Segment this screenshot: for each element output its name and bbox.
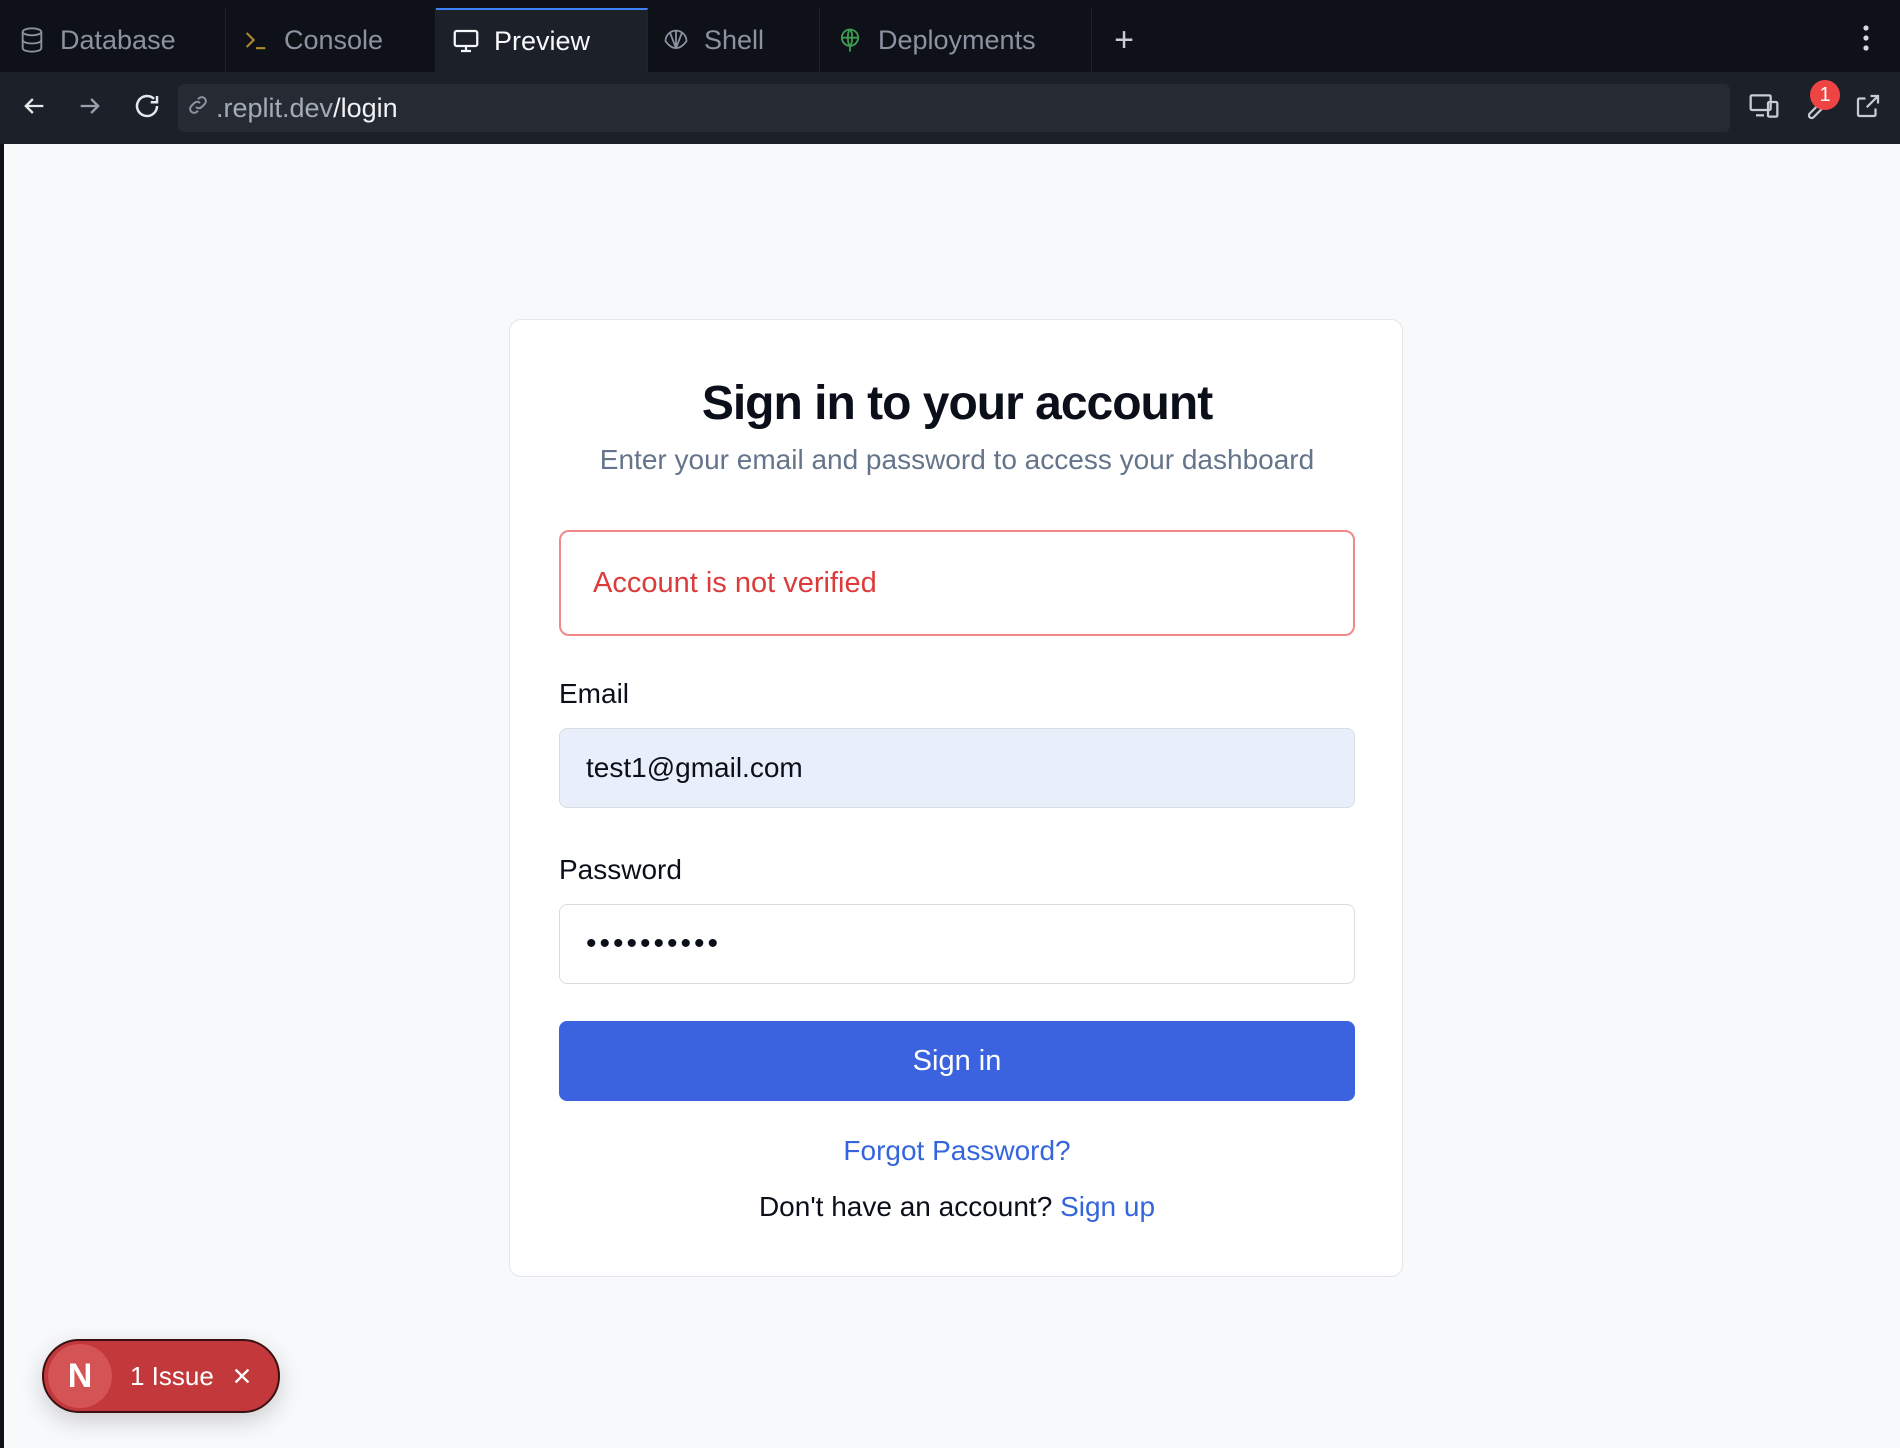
tab-deployments[interactable]: Deployments xyxy=(820,8,1092,72)
tab-label: Shell xyxy=(704,24,765,55)
device-preview-button[interactable] xyxy=(1744,88,1784,128)
tab-label: Deployments xyxy=(878,24,1036,55)
email-field[interactable]: test1@gmail.com xyxy=(559,728,1355,808)
plus-icon: + xyxy=(1114,20,1134,59)
error-message: Account is not verified xyxy=(593,566,877,599)
shell-icon xyxy=(660,24,692,56)
tab-shell[interactable]: Shell xyxy=(648,8,820,72)
external-link-icon xyxy=(1853,91,1883,126)
issues-indicator[interactable]: N 1 Issue xyxy=(42,1339,280,1413)
workspace-tab-bar: Database Console Preview Shell Deploymen… xyxy=(0,0,1900,72)
link-icon xyxy=(186,93,210,124)
page-title: Sign in to your account xyxy=(701,377,1213,430)
forgot-password-link[interactable]: Forgot Password? xyxy=(510,1135,1404,1167)
globe-icon xyxy=(834,24,866,56)
sign-in-button[interactable]: Sign in xyxy=(559,1021,1355,1101)
password-value: •••••••••• xyxy=(586,927,722,960)
preview-viewport: Sign in to your account Enter your email… xyxy=(4,144,1900,1448)
tab-label: Console xyxy=(284,24,384,55)
forward-button[interactable] xyxy=(70,88,110,128)
email-value: test1@gmail.com xyxy=(586,752,803,783)
add-tab-button[interactable]: + xyxy=(1092,8,1156,72)
page-subtitle: Enter your email and password to access … xyxy=(599,444,1315,475)
close-icon[interactable] xyxy=(228,1362,256,1390)
tab-label: Preview xyxy=(494,25,591,56)
sign-in-label: Sign in xyxy=(912,1044,1002,1077)
open-new-tab-button[interactable] xyxy=(1848,88,1888,128)
signup-prompt: Don't have an account? xyxy=(758,1191,1053,1222)
error-alert: Account is not verified xyxy=(559,530,1355,636)
back-button[interactable] xyxy=(14,88,54,128)
notification-badge: 1 xyxy=(1810,80,1840,110)
nextjs-logo-icon: N xyxy=(48,1344,112,1408)
tab-preview[interactable]: Preview xyxy=(436,8,648,72)
arrow-left-icon xyxy=(20,92,48,125)
more-options-button[interactable] xyxy=(1852,20,1880,60)
database-icon xyxy=(16,24,48,56)
url-domain: .replit.dev xyxy=(216,92,334,123)
login-card: Sign in to your account Enter your email… xyxy=(509,319,1403,1277)
preview-toolbar: .replit.dev/login xyxy=(0,72,1900,144)
tab-label: Database xyxy=(60,24,176,55)
url-bar[interactable]: .replit.dev/login xyxy=(178,84,1730,132)
terminal-icon xyxy=(240,24,272,56)
url-path: /login xyxy=(333,92,398,123)
reload-button[interactable] xyxy=(127,88,167,128)
email-label: Email xyxy=(559,678,630,709)
monitor-icon xyxy=(450,25,482,57)
password-label: Password xyxy=(559,854,682,885)
refresh-icon xyxy=(132,91,162,126)
kebab-menu-icon xyxy=(1862,24,1870,57)
arrow-right-icon xyxy=(76,92,104,125)
tab-console[interactable]: Console xyxy=(226,8,436,72)
signup-row: Don't have an account? Sign up xyxy=(510,1191,1404,1223)
tab-database[interactable]: Database xyxy=(0,8,226,72)
sign-up-link[interactable]: Sign up xyxy=(1060,1191,1155,1222)
password-field[interactable]: •••••••••• xyxy=(559,904,1355,984)
issue-count-label: 1 Issue xyxy=(130,1360,214,1391)
devices-icon xyxy=(1748,90,1780,127)
